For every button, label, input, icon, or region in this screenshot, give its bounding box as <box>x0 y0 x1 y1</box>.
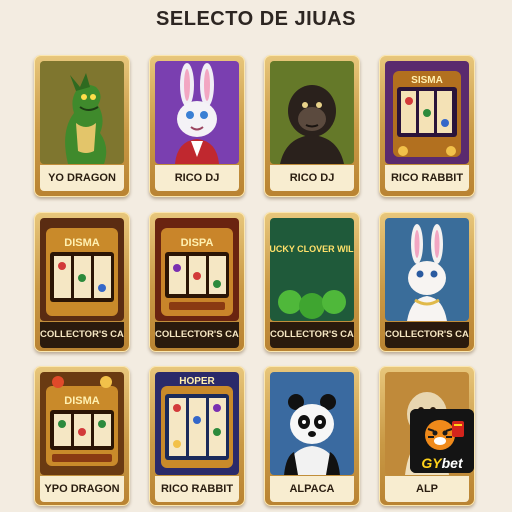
slot-machine-art: HOPER <box>155 372 239 475</box>
gybet-brand-text: GYbet <box>421 455 463 471</box>
panda-art <box>270 372 354 475</box>
green-dragon-art <box>40 61 124 164</box>
game-card-collectors-card-3[interactable]: LUCKY CLOVER WILD COLLECTOR'S CARD <box>264 212 360 352</box>
slot-machine-art: DISMA <box>40 372 124 475</box>
game-card-label: RICO DJ <box>155 165 239 191</box>
game-card-label: RICO DJ <box>270 165 354 191</box>
game-card-label: COLLECTOR'S CARD <box>270 322 354 348</box>
game-card-label: RICO RABBIT <box>385 165 469 191</box>
game-card-label: COLLECTOR'S CARD <box>155 322 239 348</box>
slot-machine-art: DISMA <box>40 218 124 321</box>
game-card-label: ALP <box>385 476 469 502</box>
game-card-label: YPO DRAGON <box>40 476 124 502</box>
game-card-rico-dj-gorilla[interactable]: RICO DJ <box>264 55 360 197</box>
lucky-clover-wild-art: LUCKY CLOVER WILD <box>270 218 354 321</box>
game-card-label: YO DRAGON <box>40 165 124 191</box>
gorilla-art <box>270 61 354 164</box>
game-card-collectors-card-2[interactable]: DISPA COLLECTOR'S CARD <box>149 212 245 352</box>
page-title: SELECTO DE JIUAS <box>156 8 356 30</box>
game-card-rico-dj[interactable]: RICO DJ <box>149 55 245 197</box>
lucky-clover-wild-text: LUCKY CLOVER WILD <box>270 244 354 254</box>
game-card-label: RICO RABBIT <box>155 476 239 502</box>
slot-title-text: DISPA <box>181 237 214 249</box>
slot-title-text: SISMA <box>411 75 443 86</box>
game-card-ypo-dragon[interactable]: DISMA YPO DRAGON <box>34 366 130 506</box>
gybet-logo: GYbet <box>410 409 474 473</box>
game-card-label: ALPACA <box>270 476 354 502</box>
slot-machine-art: DISPA <box>155 218 239 321</box>
game-card-collectors-card-1[interactable]: DISMA COLLECTOR'S CARD <box>34 212 130 352</box>
slot-title-text: HOPER <box>179 376 215 387</box>
white-rabbit-art <box>155 61 239 164</box>
game-card-yo-dragon[interactable]: YO DRAGON <box>34 55 130 197</box>
slot-title-text: DISMA <box>64 395 100 407</box>
slot-title-text: DISMA <box>64 237 100 249</box>
game-card-alpaca[interactable]: ALPACA <box>264 366 360 506</box>
game-card-rico-rabbit[interactable]: SISMA RICO RABBIT <box>379 55 475 197</box>
game-card-collectors-card-4[interactable]: COLLECTOR'S CARD <box>379 212 475 352</box>
white-bunny-art <box>385 218 469 321</box>
slot-machine-art: SISMA <box>385 61 469 164</box>
game-card-label: COLLECTOR'S CARD <box>385 322 469 348</box>
game-card-rico-rabbit-hoper[interactable]: HOPER RICO RABBIT <box>149 366 245 506</box>
game-card-label: COLLECTOR'S CARD <box>40 322 124 348</box>
